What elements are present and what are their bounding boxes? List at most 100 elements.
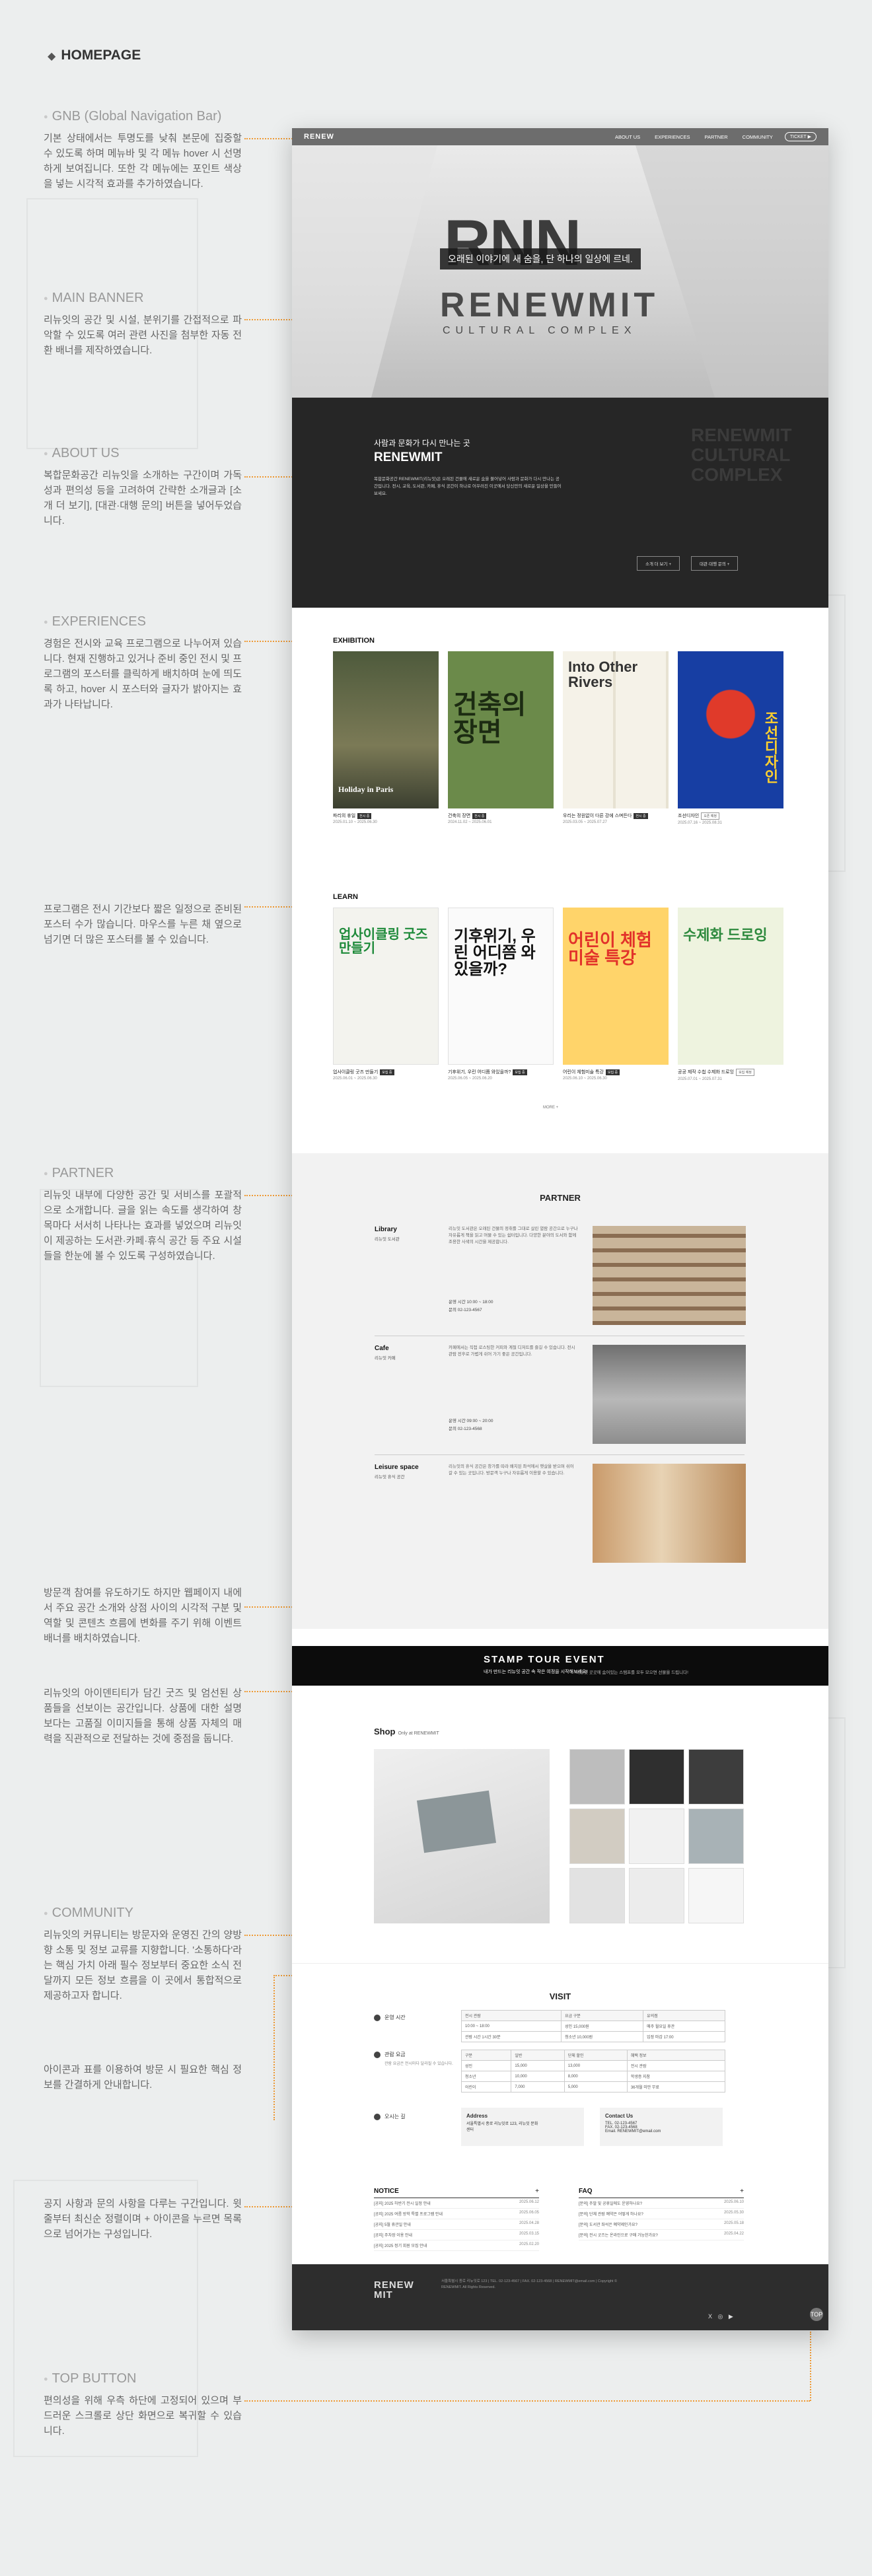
nav-partner[interactable]: PARTNER bbox=[705, 134, 728, 140]
product-thumbnail[interactable] bbox=[688, 1868, 744, 1923]
product-thumbnail[interactable] bbox=[629, 1749, 684, 1805]
shop-product-grid bbox=[569, 1749, 744, 1923]
partner-title: PARTNER bbox=[540, 1193, 581, 1203]
gnb-menu: ABOUT US EXPERIENCES PARTNER COMMUNITY bbox=[615, 134, 773, 140]
list-item[interactable]: [문의] 단체 관람 예약은 어떻게 하나요? 2025.05.30 bbox=[579, 2209, 744, 2219]
status-badge: 전시 중 bbox=[472, 813, 487, 819]
poster-image: Into Other Rivers bbox=[563, 651, 669, 808]
product-thumbnail[interactable] bbox=[629, 1808, 684, 1864]
product-thumbnail[interactable] bbox=[569, 1808, 625, 1864]
poster-image: 수제화 드로잉 bbox=[678, 908, 783, 1065]
product-thumbnail[interactable] bbox=[569, 1749, 625, 1805]
annotation-community: ● COMMUNITY 리뉴잇의 커뮤니티는 방문자와 운영진 간의 양방향 소통 … bbox=[44, 1906, 242, 2001]
about-title: RENEWMIT bbox=[374, 450, 443, 464]
list-item[interactable]: [문의] 도서관 좌석은 예약제인가요? 2025.05.18 bbox=[579, 2219, 744, 2230]
poster-date: 2025.06.01 ~ 2025.06.30 bbox=[333, 1077, 377, 1081]
status-badge: 모집 중 bbox=[380, 1069, 394, 1075]
nav-experiences[interactable]: EXPERIENCES bbox=[655, 134, 690, 140]
footer-logo[interactable]: RENEW MIT bbox=[374, 2280, 414, 2300]
poster-card[interactable]: 기후위기, 우린 어디쯤 와있을까? 기후위기, 우린 어디쯤 와있을까? 모집 … bbox=[448, 908, 554, 1081]
nav-about-us[interactable]: ABOUT US bbox=[615, 134, 640, 140]
dot-icon: ● bbox=[44, 1169, 48, 1178]
annotation-board: 공지 사항과 문의 사항을 다루는 구간입니다. 윗줄부터 최신순 정렬이며 +… bbox=[44, 2198, 242, 2240]
annotation-top-button: ● TOP BUTTON 편의성을 위해 우측 하단에 고정되어 있으며 부드러운 … bbox=[44, 2371, 242, 2437]
annotation-main-banner: ● MAIN BANNER 리뉴잇의 공간 및 시설, 분위기를 간접적으로 파악할… bbox=[44, 291, 242, 356]
poster-card[interactable]: 조선디자인 조선디자인 오픈 예정 2025.07.16 ~ 2025.08.31 bbox=[678, 651, 783, 825]
product-card-graphic bbox=[416, 1790, 497, 1853]
list-item[interactable]: [문의] 주말 및 공휴일에도 운영하나요? 2025.06.10 bbox=[579, 2198, 744, 2209]
list-item[interactable]: [공지] 5월 휴관일 안내 2025.04.28 bbox=[374, 2219, 539, 2230]
product-thumbnail[interactable] bbox=[629, 1868, 684, 1923]
event-banner[interactable]: STAMP TOUR EVENT 내가 만드는 리뉴잇 공간 속 작은 여정을 … bbox=[292, 1646, 828, 1686]
nav-community[interactable]: COMMUNITY bbox=[743, 134, 773, 140]
sns-icons[interactable]: X ◎ ▶ bbox=[708, 2313, 735, 2320]
footer-info: 서울특별시 종로 리뉴잇로 123 | TEL. 02-123-4567 | F… bbox=[441, 2279, 618, 2289]
about-description: 복합문화공간 RENEWMIT(리뉴잇)은 오래된 건물에 새로운 숨을 불어넣… bbox=[374, 477, 562, 496]
list-item[interactable]: [공지] 주차장 이용 안내 2025.03.15 bbox=[374, 2230, 539, 2240]
faq-plus-icon[interactable]: + bbox=[740, 2188, 744, 2195]
dot-icon: ● bbox=[44, 618, 48, 626]
poster-image: 어린이 체험미술 특강 bbox=[563, 908, 669, 1065]
poster-image: 건축의 장면 bbox=[448, 651, 554, 808]
shop-section: Shop Only at RENEWMIT bbox=[292, 1686, 828, 1963]
poster-date: 2025.01.10 ~ 2025.06.30 bbox=[333, 820, 377, 824]
about-more-button[interactable]: 소개 더 보기 + bbox=[637, 556, 680, 571]
exhibition-posters: Holiday in Paris 파리의 휴일 전시 중 2025.01.10 ~… bbox=[333, 651, 783, 825]
board-section: NOTICE + [공지] 2025 하반기 전시 일정 안내 2025.06.12… bbox=[292, 2161, 828, 2267]
poster-card[interactable]: 건축의 장면 건축의 장면 전시 중 2024.11.02 ~ 2025.06.0… bbox=[448, 651, 554, 825]
product-thumbnail[interactable] bbox=[569, 1868, 625, 1923]
product-thumbnail[interactable] bbox=[688, 1749, 744, 1805]
annotation-shop: 리뉴잇의 아이덴티티가 담긴 굿즈 및 엄선된 상품들을 선보이는 공간입니다.… bbox=[44, 1688, 242, 1744]
poster-card[interactable]: 수제화 드로잉 공공 제작 수첩 수제화 드로잉 모집 예정 2025.07.01… bbox=[678, 908, 783, 1081]
poster-name: 파리의 휴일 bbox=[333, 814, 356, 818]
list-item[interactable]: [공지] 2025 정기 회원 모집 안내 2025.02.20 bbox=[374, 2240, 539, 2251]
list-item[interactable]: [문의] 전시 굿즈는 온라인으로 구매 가능한가요? 2025.04.22 bbox=[579, 2230, 744, 2240]
ticket-button[interactable]: TICKET ▶ bbox=[784, 132, 817, 141]
notice-plus-icon[interactable]: + bbox=[535, 2188, 539, 2195]
list-item[interactable]: [공지] 2025 여름 방학 특별 프로그램 안내 2025.06.05 bbox=[374, 2209, 539, 2219]
banner-slogan: 오래된 이야기에 새 숨을, 단 하나의 일상에 르네. bbox=[440, 248, 641, 269]
product-thumbnail[interactable] bbox=[688, 1808, 744, 1864]
poster-date: 2025.06.05 ~ 2025.06.20 bbox=[448, 1077, 492, 1081]
poster-card[interactable]: Into Other Rivers 우리는 정원없이 다른 강에 스며든다 전시 … bbox=[563, 651, 669, 825]
status-badge: 모집 중 bbox=[513, 1069, 527, 1075]
main-banner[interactable]: RNN 오래된 이야기에 새 숨을, 단 하나의 일상에 르네. RENEWMI… bbox=[292, 145, 828, 398]
exhibition-title: EXHIBITION bbox=[333, 637, 375, 645]
top-button[interactable]: TOP bbox=[810, 2308, 823, 2321]
clock-icon bbox=[374, 2014, 381, 2021]
event-title: STAMP TOUR EVENT bbox=[484, 1654, 605, 1665]
poster-date: 2025.07.16 ~ 2025.08.31 bbox=[678, 821, 722, 825]
shop-main-image[interactable] bbox=[374, 1749, 550, 1923]
poster-card[interactable]: 어린이 체험미술 특강 어린이 체험미술 특강 모집 중 2025.06.10 ~… bbox=[563, 908, 669, 1081]
about-building-sign: RENEWMIT CULTURAL COMPLEX bbox=[691, 425, 792, 485]
poster-name: 공공 제작 수첩 수제화 드로잉 bbox=[678, 1070, 735, 1075]
leisure-photo bbox=[593, 1464, 746, 1563]
faq-board: FAQ + [문의] 주말 및 공휴일에도 운영하나요? 2025.06.10 [문… bbox=[579, 2188, 744, 2240]
address-card: Address 서울특별시 종로 리뉴잇로 123, 리뉴잇 문화센터 bbox=[461, 2108, 584, 2146]
learn-more-link[interactable]: MORE + bbox=[543, 1106, 558, 1110]
annotation-visit: 아이콘과 표를 이용하여 방문 시 필요한 핵심 정보를 간결하게 안내합니다. bbox=[44, 2064, 242, 2091]
learn-posters: 업사이클링 굿즈 만들기 업사이클링 굿즈 만들기 모집 중 2025.06.01… bbox=[333, 908, 783, 1081]
ticket-icon bbox=[374, 2051, 381, 2058]
poster-date: 2025.06.10 ~ 2025.06.30 bbox=[563, 1077, 607, 1081]
fee-table: 구분 일반 단체 할인 혜택 정보 성인 15,000 13,000 전시 관람 청소년 10… bbox=[460, 2050, 726, 2093]
annotation-gnb: ● GNB (Global Navigation Bar) 기본 상태에서는 투명도… bbox=[44, 109, 242, 190]
poster-card[interactable]: 업사이클링 굿즈 만들기 업사이클링 굿즈 만들기 모집 중 2025.06.01… bbox=[333, 908, 439, 1081]
notice-board: NOTICE + [공지] 2025 하반기 전시 일정 안내 2025.06.12… bbox=[374, 2188, 539, 2251]
footer: RENEW MIT 서울특별시 종로 리뉴잇로 123 | TEL. 02-12… bbox=[292, 2264, 828, 2330]
poster-image: Holiday in Paris bbox=[333, 651, 439, 808]
hours-table: 전시 관람 요금 구분 유의점 10:00 ~ 18:00 성인 15,000원 매주 … bbox=[460, 2010, 725, 2042]
site-logo[interactable]: RENEW bbox=[304, 133, 334, 141]
diamond-icon: ◆ bbox=[48, 51, 56, 62]
about-pretitle: 사람과 문화가 다시 만나는 곳 bbox=[374, 439, 470, 448]
dot-icon: ● bbox=[44, 112, 48, 121]
shop-subtitle: Only at RENEWMIT bbox=[398, 1731, 439, 1736]
poster-name: 기후위기, 우린 어디쯤 와있을까? bbox=[448, 1070, 511, 1075]
banner-name: RENEWMIT bbox=[440, 286, 659, 324]
dot-icon: ● bbox=[44, 1909, 48, 1917]
connector-line bbox=[244, 2400, 810, 2402]
rental-inquiry-button[interactable]: 대관·대행 문의 + bbox=[691, 556, 739, 571]
list-item[interactable]: [공지] 2025 하반기 전시 일정 안내 2025.06.12 bbox=[374, 2198, 539, 2209]
poster-card[interactable]: Holiday in Paris 파리의 휴일 전시 중 2025.01.10 ~… bbox=[333, 651, 439, 825]
poster-image: 업사이클링 굿즈 만들기 bbox=[333, 908, 439, 1065]
